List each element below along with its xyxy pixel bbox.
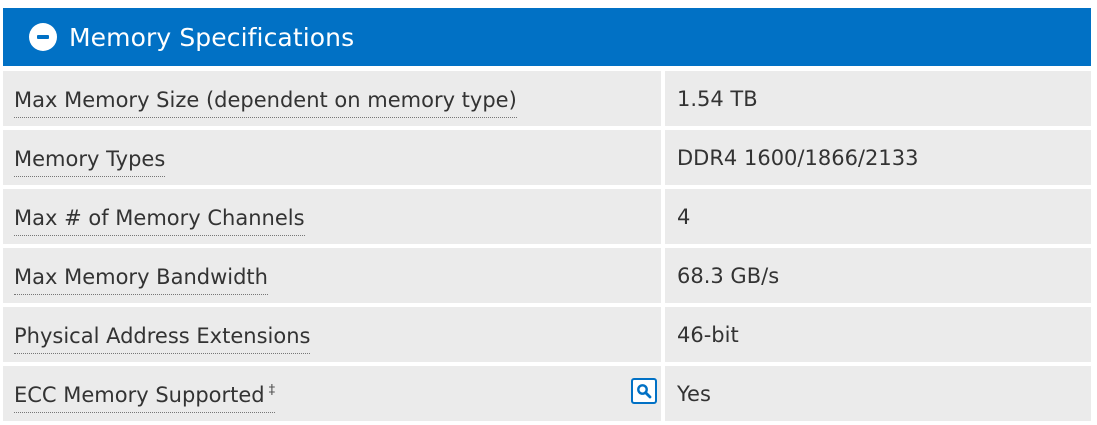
spec-value-cell: Yes	[665, 366, 1091, 421]
spec-value-ecc-memory: Yes	[677, 381, 711, 406]
spec-row-ecc-memory: ECC Memory Supported ‡ Yes	[3, 366, 1091, 421]
spec-label-cell: Physical Address Extensions	[3, 307, 661, 362]
spec-table: Max Memory Size (dependent on memory typ…	[3, 71, 1091, 425]
spec-value-memory-types: DDR4 1600/1866/2133	[677, 145, 919, 170]
spec-value-max-memory-size: 1.54 TB	[677, 86, 758, 111]
magnifier-glyph	[637, 384, 652, 399]
footnote-marker: ‡	[268, 382, 276, 398]
spec-value-cell: 1.54 TB	[665, 71, 1091, 126]
spec-label-cell: ECC Memory Supported ‡	[3, 366, 661, 421]
search-icon[interactable]	[631, 378, 657, 404]
spec-value-memory-channels: 4	[677, 204, 691, 229]
spec-value-cell: DDR4 1600/1866/2133	[665, 130, 1091, 185]
spec-row-memory-types: Memory Types DDR4 1600/1866/2133	[3, 130, 1091, 185]
spec-value-memory-bandwidth: 68.3 GB/s	[677, 263, 780, 288]
section-header[interactable]: Memory Specifications	[3, 8, 1091, 66]
spec-row-memory-bandwidth: Max Memory Bandwidth 68.3 GB/s	[3, 248, 1091, 303]
spec-value-cell: 68.3 GB/s	[665, 248, 1091, 303]
spec-label-ecc-memory[interactable]: ECC Memory Supported ‡	[14, 382, 276, 413]
spec-label-memory-types[interactable]: Memory Types	[14, 147, 166, 177]
spec-label-physical-address-extensions[interactable]: Physical Address Extensions	[14, 324, 311, 354]
spec-label-cell: Max Memory Size (dependent on memory typ…	[3, 71, 661, 126]
spec-row-max-memory-size: Max Memory Size (dependent on memory typ…	[3, 71, 1091, 126]
spec-label-ecc-memory-text: ECC Memory Supported	[14, 382, 265, 407]
spec-value-physical-address-extensions: 46-bit	[677, 322, 739, 347]
spec-label-memory-bandwidth[interactable]: Max Memory Bandwidth	[14, 265, 268, 295]
spec-value-cell: 46-bit	[665, 307, 1091, 362]
minus-icon	[37, 35, 49, 39]
spec-label-cell: Max Memory Bandwidth	[3, 248, 661, 303]
spec-label-cell: Memory Types	[3, 130, 661, 185]
spec-row-physical-address-extensions: Physical Address Extensions 46-bit	[3, 307, 1091, 362]
spec-label-max-memory-size[interactable]: Max Memory Size (dependent on memory typ…	[14, 88, 517, 118]
spec-value-cell: 4	[665, 189, 1091, 244]
collapse-toggle-icon[interactable]	[29, 23, 57, 51]
memory-specifications-panel: Memory Specifications Max Memory Size (d…	[0, 0, 1097, 421]
spec-label-cell: Max # of Memory Channels	[3, 189, 661, 244]
spec-label-memory-channels[interactable]: Max # of Memory Channels	[14, 206, 305, 236]
spec-row-memory-channels: Max # of Memory Channels 4	[3, 189, 1091, 244]
section-title: Memory Specifications	[69, 22, 355, 52]
